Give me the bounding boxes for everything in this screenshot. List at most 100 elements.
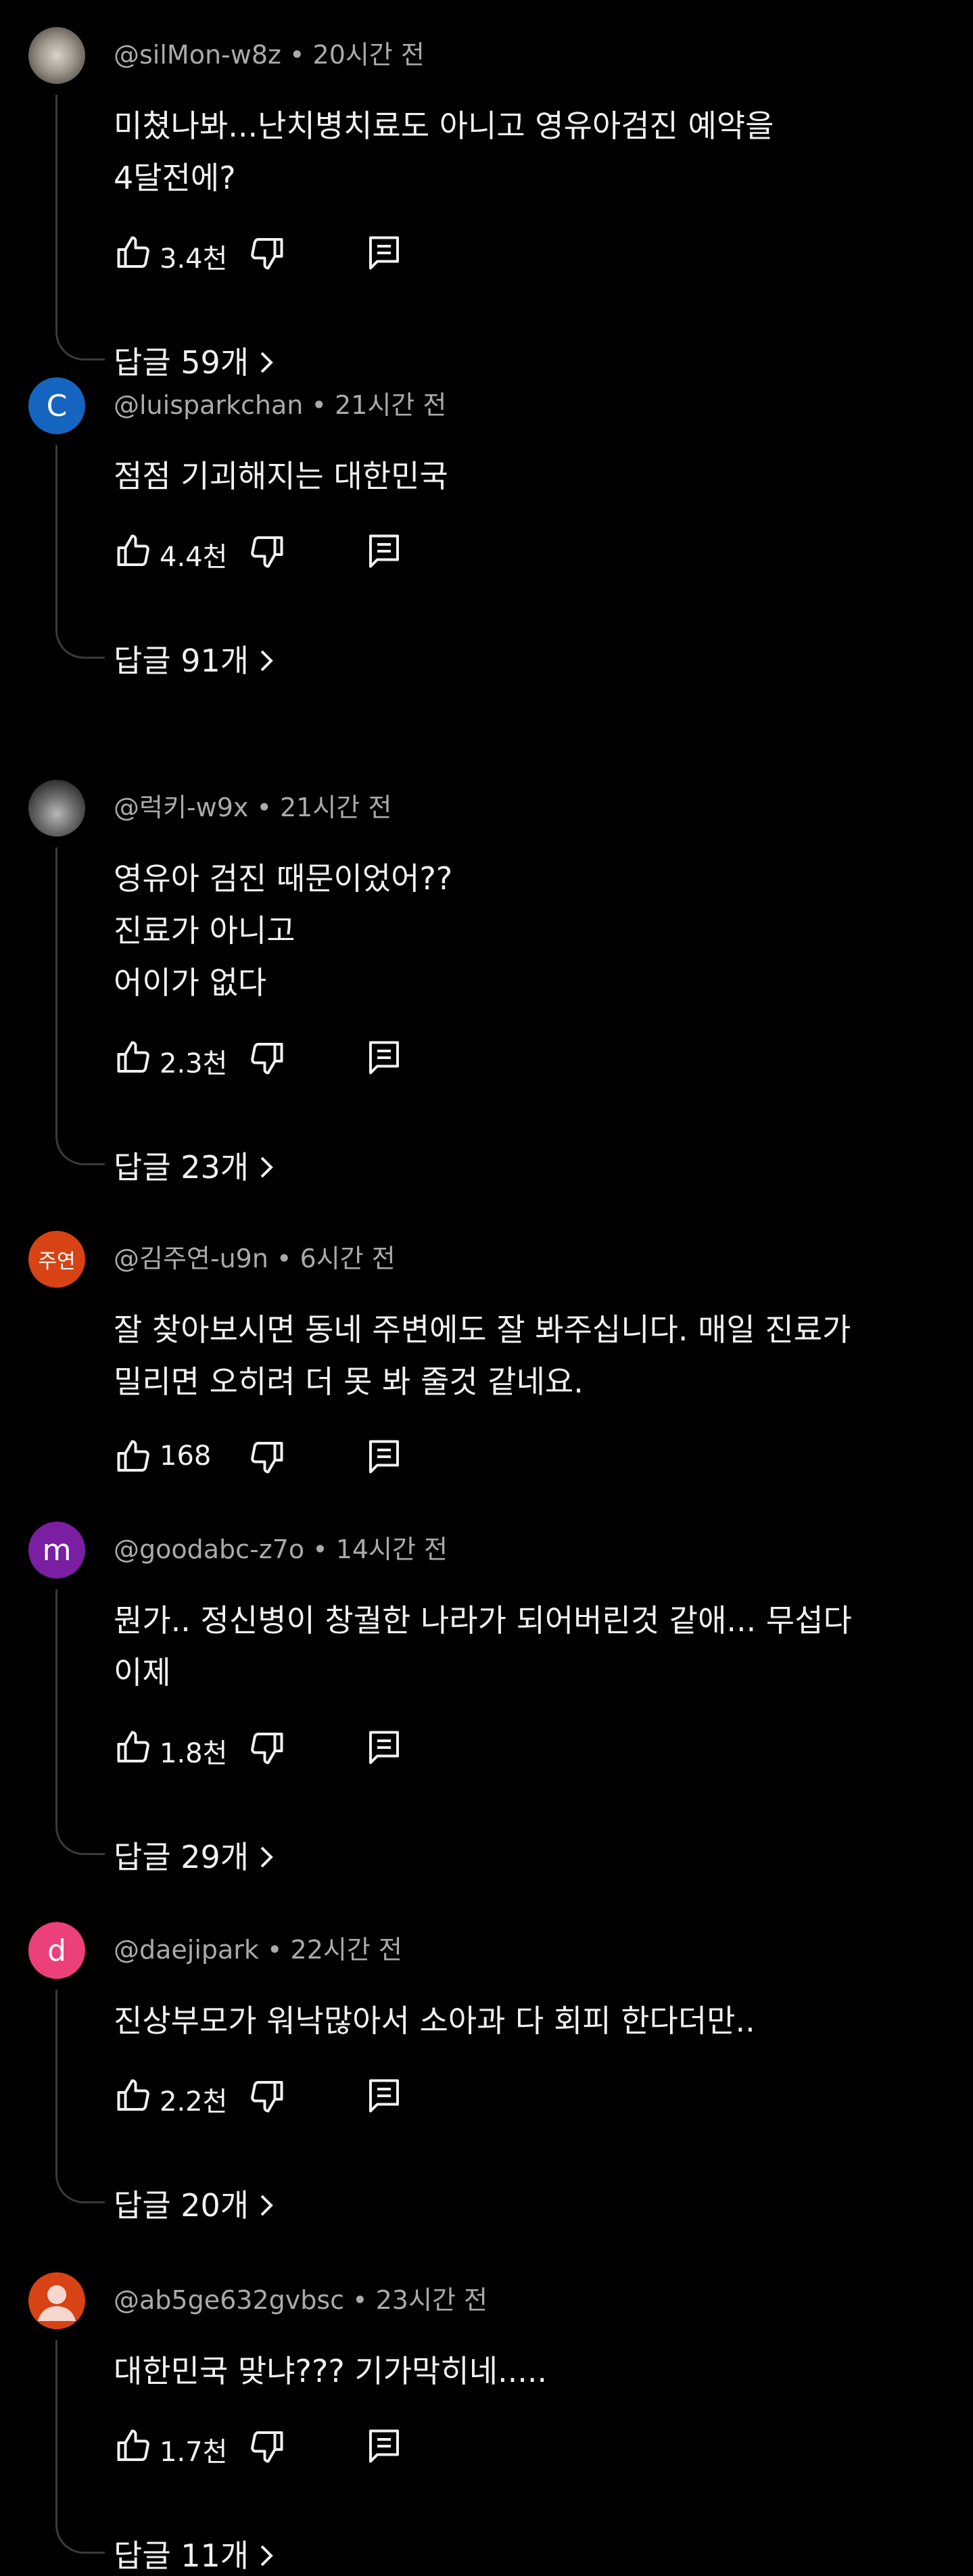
comment-meta: @럭키-w9x • 21시간 전	[114, 787, 391, 824]
comment-text-line: 영유아 검진 때문이었어??	[114, 860, 453, 897]
thread-connector	[55, 1589, 105, 1855]
comment-meta: @goodabc-z7o • 14시간 전	[114, 1528, 448, 1566]
thumb-up-icon[interactable]	[114, 2076, 154, 2116]
view-replies-button[interactable]: 답글 91개	[114, 636, 276, 681]
thread-connector	[55, 95, 105, 360]
like-count: 4.4천	[160, 542, 228, 573]
comment-text-line: 4달전에?	[114, 160, 236, 196]
view-replies-button[interactable]: 답글 20개	[114, 2181, 276, 2226]
comment-text: 잘 찾아보시면 동네 주변에도 잘 봐주십니다. 매일 진료가 밀리면 오히려 더…	[114, 1304, 945, 1408]
comment-actions: 168	[114, 1434, 411, 1481]
comment-text-line: 이제	[114, 1654, 171, 1691]
comment-text: 미쳤나봐...난치병치료도 아니고 영유아검진 예약을 4달전에?	[114, 100, 945, 204]
view-replies-button[interactable]: 답글 59개	[114, 338, 276, 383]
thumb-up-icon[interactable]	[114, 1436, 154, 1477]
view-replies-button[interactable]: 답글 11개	[114, 2531, 276, 2576]
reply-comment-icon[interactable]	[364, 2076, 404, 2116]
like-count: 168	[160, 1441, 212, 1472]
comment-time[interactable]: 21시간 전	[335, 390, 446, 420]
author-name[interactable]: @ab5ge632gvbsc	[114, 2285, 344, 2315]
comment-time[interactable]: 6시간 전	[300, 1244, 396, 1273]
thumb-down-icon[interactable]	[246, 531, 287, 571]
chevron-right-icon	[249, 1839, 276, 1875]
comment-time[interactable]: 22시간 전	[291, 1935, 402, 1965]
like-count: 2.2천	[160, 2086, 228, 2117]
thumb-down-icon[interactable]	[246, 2076, 287, 2116]
view-replies-button[interactable]: 답글 29개	[114, 1833, 276, 1877]
thread-connector	[55, 847, 105, 1165]
comment-actions: 2.3천	[114, 1035, 411, 1082]
meta-separator: •	[248, 793, 280, 822]
thumb-up-icon[interactable]	[114, 1727, 154, 1768]
thumb-down-icon[interactable]	[246, 233, 287, 273]
avatar-initials: C	[46, 388, 68, 423]
thumb-up-icon[interactable]	[114, 233, 154, 273]
meta-separator: •	[258, 1935, 291, 1965]
avatar[interactable]: d	[28, 1922, 85, 1979]
comment-text-line: 어이가 없다	[114, 964, 267, 1001]
thumb-down-icon[interactable]	[246, 1727, 287, 1768]
chevron-right-icon	[249, 642, 276, 679]
author-name[interactable]: @silMon-w8z	[114, 40, 281, 70]
reply-comment-icon[interactable]	[364, 2426, 404, 2466]
avatar-initials: m	[42, 1532, 72, 1568]
avatar[interactable]: C	[28, 377, 85, 434]
replies-count: 답글 23개	[114, 1149, 250, 1186]
reply-comment-icon[interactable]	[364, 1037, 404, 1078]
avatar[interactable]: 주연	[28, 1231, 85, 1288]
thumb-down-icon[interactable]	[246, 1037, 287, 1078]
view-replies-button[interactable]: 답글 23개	[114, 1143, 276, 1188]
default-person-icon	[38, 2285, 76, 2321]
comment-time[interactable]: 14시간 전	[336, 1535, 448, 1564]
meta-separator: •	[303, 390, 335, 420]
comment-time[interactable]: 20시간 전	[313, 40, 425, 70]
chevron-right-icon	[249, 2187, 276, 2224]
comment-text: 점점 기괴해지는 대한민국	[114, 450, 945, 502]
like-count: 1.7천	[160, 2437, 228, 2468]
author-name[interactable]: @luisparkchan	[114, 390, 303, 420]
chevron-right-icon	[249, 1149, 276, 1186]
comment-text-line: 진료가 아니고	[114, 912, 295, 949]
comment-meta: @daejipark • 22시간 전	[114, 1929, 402, 1966]
thumb-down-icon[interactable]	[246, 1436, 287, 1477]
author-name[interactable]: @럭키-w9x	[114, 793, 248, 822]
comment-actions: 3.4천	[114, 230, 411, 277]
avatar[interactable]	[28, 780, 85, 837]
meta-separator: •	[344, 2285, 376, 2315]
thumb-up-icon[interactable]	[114, 2426, 154, 2466]
replies-count: 답글 59개	[114, 344, 250, 381]
avatar[interactable]: m	[28, 1522, 85, 1578]
reply-comment-icon[interactable]	[364, 1436, 404, 1477]
comment-text-line: 잘 찾아보시면 동네 주변에도 잘 봐주십니다. 매일 진료가	[114, 1311, 851, 1348]
comment-text-line: 미쳤나봐...난치병치료도 아니고 영유아검진 예약을	[114, 108, 774, 144]
comment-meta: @김주연-u9n • 6시간 전	[114, 1238, 396, 1275]
like-count: 2.3천	[160, 1048, 228, 1079]
avatar-initials: 주연	[38, 1250, 76, 1273]
author-name[interactable]: @goodabc-z7o	[114, 1535, 304, 1564]
thumb-up-icon[interactable]	[114, 531, 154, 571]
comment-actions: 1.7천	[114, 2423, 411, 2470]
like-count: 1.8천	[160, 1738, 228, 1769]
thumb-up-icon[interactable]	[114, 1037, 154, 1078]
replies-count: 답글 29개	[114, 1839, 250, 1875]
comment-time[interactable]: 21시간 전	[280, 793, 391, 822]
comment-meta: @luisparkchan • 21시간 전	[114, 384, 446, 421]
author-name[interactable]: @daejipark	[114, 1935, 259, 1965]
thumb-down-icon[interactable]	[246, 2426, 287, 2466]
reply-comment-icon[interactable]	[364, 233, 404, 273]
comment-text-line: 대한민국 맞냐??? 기가막히네.....	[114, 2353, 548, 2389]
thread-connector	[55, 1990, 105, 2203]
avatar[interactable]	[28, 2272, 85, 2329]
meta-separator: •	[304, 1535, 336, 1564]
comment-text: 진상부모가 워낙많아서 소아과 다 회피 한다더만..	[114, 1995, 945, 2047]
comment-time[interactable]: 23시간 전	[376, 2285, 488, 2315]
reply-comment-icon[interactable]	[364, 531, 404, 571]
chevron-right-icon	[249, 2537, 276, 2574]
comment-text-line: 점점 기괴해지는 대한민국	[114, 458, 448, 494]
comment-text: 뭔가.. 정신병이 창궐한 나라가 되어버린것 같애... 무섭다 이제	[114, 1595, 945, 1699]
reply-comment-icon[interactable]	[364, 1727, 404, 1768]
comment-text: 대한민국 맞냐??? 기가막히네.....	[114, 2345, 945, 2397]
avatar[interactable]	[28, 27, 85, 84]
author-name[interactable]: @김주연-u9n	[114, 1244, 268, 1273]
comment-text: 영유아 검진 때문이었어?? 진료가 아니고어이가 없다	[114, 853, 945, 1009]
